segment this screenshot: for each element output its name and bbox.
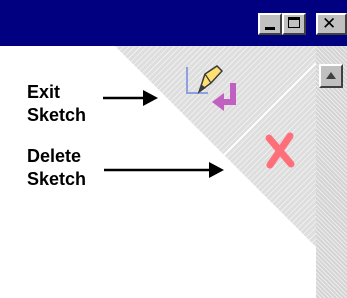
exit-sketch-label: Exit Sketch	[27, 82, 87, 125]
scroll-up-button[interactable]	[319, 64, 343, 88]
delete-sketch-label: Delete Sketch	[27, 146, 87, 189]
exit-callout-arrow	[103, 90, 158, 106]
scroll-up-arrow-icon	[326, 72, 336, 79]
delete-callout-arrow	[104, 162, 224, 178]
